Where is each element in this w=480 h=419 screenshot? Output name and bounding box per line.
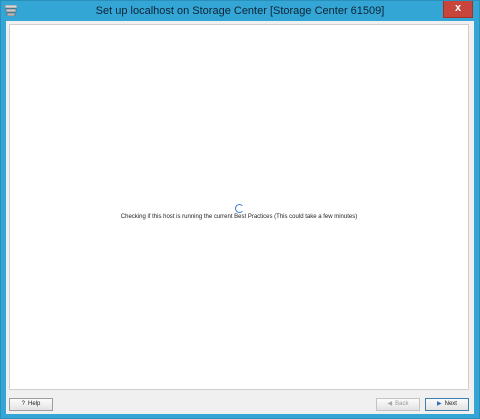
help-button[interactable]: ? Help [9,398,53,411]
content-panel: Checking if this host is running the cur… [9,24,469,390]
dialog-client-area: Checking if this host is running the cur… [6,21,474,414]
back-button[interactable]: ◀ Back [376,398,420,411]
setup-wizard-window: Set up localhost on Storage Center [Stor… [0,0,480,419]
loading-spinner-icon [235,204,244,213]
close-button[interactable]: x [443,1,473,18]
help-button-label: Help [28,401,41,407]
title-bar[interactable]: Set up localhost on Storage Center [Stor… [1,1,479,21]
status-message: Checking if this host is running the cur… [120,214,358,220]
back-button-label: Back [395,401,409,407]
help-icon: ? [21,401,25,407]
back-arrow-icon: ◀ [387,401,393,407]
next-button[interactable]: ▶ Next [425,398,469,411]
next-arrow-icon: ▶ [437,401,442,407]
app-icon [5,5,17,16]
next-button-label: Next [444,401,457,407]
window-title: Set up localhost on Storage Center [Stor… [95,5,385,17]
